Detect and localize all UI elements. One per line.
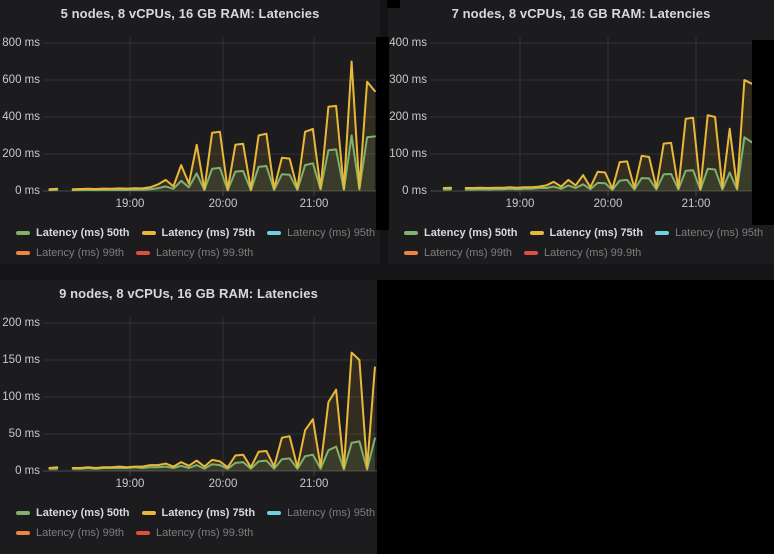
legend-swatch-icon	[267, 231, 281, 235]
panel-9-nodes-latencies: 9 nodes, 8 vCPUs, 16 GB RAM: Latencies 2…	[0, 280, 377, 554]
legend-item-50th[interactable]: Latency (ms) 50th	[16, 227, 130, 239]
unrendered-region	[387, 0, 400, 8]
legend-swatch-icon	[16, 531, 30, 535]
legend-label: Latency (ms) 99.9th	[544, 247, 641, 259]
legend-item-99.9th[interactable]: Latency (ms) 99.9th	[524, 247, 641, 259]
legend-item-75th[interactable]: Latency (ms) 75th	[142, 227, 256, 239]
legend-swatch-icon	[142, 231, 156, 235]
legend: Latency (ms) 50th Latency (ms) 75th Latenc…	[404, 223, 770, 263]
legend-item-99th[interactable]: Latency (ms) 99th	[16, 527, 124, 539]
series-line	[49, 467, 57, 468]
legend-item-50th[interactable]: Latency (ms) 50th	[16, 507, 130, 519]
legend-label: Latency (ms) 50th	[36, 227, 130, 239]
legend-item-95th[interactable]: Latency (ms) 95th	[655, 227, 763, 239]
legend-label: Latency (ms) 50th	[36, 507, 130, 519]
legend-swatch-icon	[655, 231, 669, 235]
legend-swatch-icon	[142, 511, 156, 515]
legend-swatch-icon	[16, 231, 30, 235]
legend-label: Latency (ms) 99th	[36, 527, 124, 539]
legend-label: Latency (ms) 75th	[550, 227, 644, 239]
legend-swatch-icon	[530, 231, 544, 235]
legend-label: Latency (ms) 95th	[287, 227, 375, 239]
legend-label: Latency (ms) 50th	[424, 227, 518, 239]
legend-label: Latency (ms) 99th	[424, 247, 512, 259]
legend-swatch-icon	[404, 231, 418, 235]
legend-swatch-icon	[524, 251, 538, 255]
grafana-dashboard: { "colors": { "panel_bg": "#1c1c1f", "pa…	[0, 0, 774, 554]
unrendered-region	[376, 37, 389, 230]
unrendered-region	[377, 280, 774, 554]
legend-item-99th[interactable]: Latency (ms) 99th	[16, 247, 124, 259]
legend-label: Latency (ms) 75th	[162, 507, 256, 519]
legend-item-99.9th[interactable]: Latency (ms) 99.9th	[136, 527, 253, 539]
legend-label: Latency (ms) 95th	[675, 227, 763, 239]
legend-swatch-icon	[404, 251, 418, 255]
legend-label: Latency (ms) 75th	[162, 227, 256, 239]
legend-swatch-icon	[267, 511, 281, 515]
panel-7-nodes-latencies: 7 nodes, 8 vCPUs, 16 GB RAM: Latencies 4…	[388, 0, 774, 264]
legend-swatch-icon	[136, 251, 150, 255]
legend-item-75th[interactable]: Latency (ms) 75th	[142, 507, 256, 519]
legend-item-99.9th[interactable]: Latency (ms) 99.9th	[136, 247, 253, 259]
panel-5-nodes-latencies: 5 nodes, 8 vCPUs, 16 GB RAM: Latencies 8…	[0, 0, 380, 264]
legend-swatch-icon	[136, 531, 150, 535]
legend-item-75th[interactable]: Latency (ms) 75th	[530, 227, 644, 239]
legend-item-95th[interactable]: Latency (ms) 95th	[267, 227, 375, 239]
legend-label: Latency (ms) 95th	[287, 507, 375, 519]
unrendered-region	[752, 40, 774, 225]
legend-swatch-icon	[16, 511, 30, 515]
legend-label: Latency (ms) 99.9th	[156, 527, 253, 539]
legend-item-50th[interactable]: Latency (ms) 50th	[404, 227, 518, 239]
legend-label: Latency (ms) 99.9th	[156, 247, 253, 259]
legend-item-99th[interactable]: Latency (ms) 99th	[404, 247, 512, 259]
legend-item-95th[interactable]: Latency (ms) 95th	[267, 507, 375, 519]
legend-label: Latency (ms) 99th	[36, 247, 124, 259]
legend-swatch-icon	[16, 251, 30, 255]
legend: Latency (ms) 50th Latency (ms) 75th Latenc…	[16, 503, 373, 543]
legend: Latency (ms) 50th Latency (ms) 75th Latenc…	[16, 223, 376, 263]
